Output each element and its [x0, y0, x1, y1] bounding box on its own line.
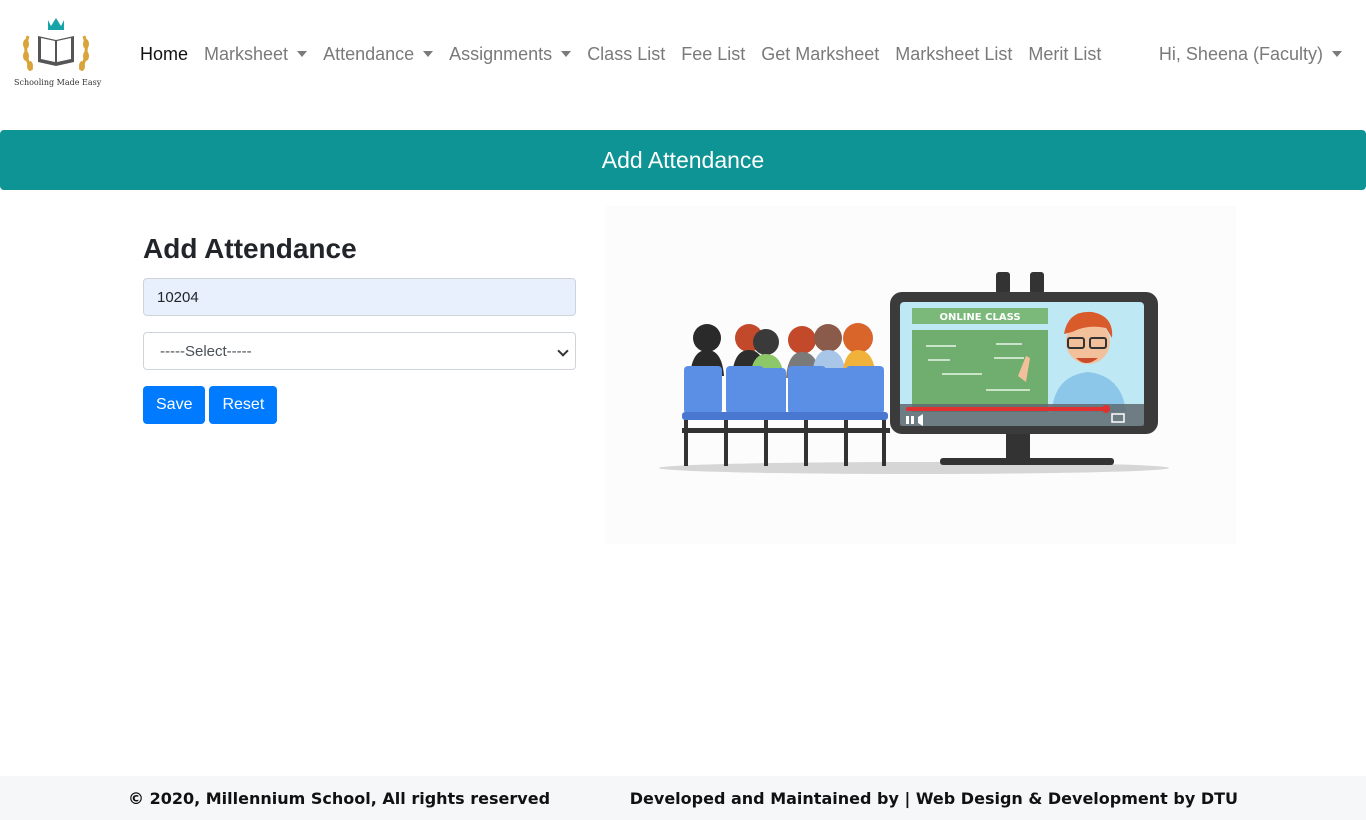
- nav-item-merit-list[interactable]: Merit List: [1020, 44, 1109, 65]
- nav-item-assignments[interactable]: Assignments: [441, 44, 579, 65]
- nav-label: Fee List: [681, 43, 746, 64]
- nav-item-marksheet-list[interactable]: Marksheet List: [887, 44, 1020, 65]
- logo-caption: Schooling Made Easy: [14, 78, 102, 87]
- form-title: Add Attendance: [143, 233, 357, 264]
- reset-button[interactable]: Reset: [209, 386, 278, 424]
- nav-label: Home: [140, 43, 189, 64]
- footer-credits: Developed and Maintained by | Web Design…: [629, 789, 1238, 808]
- select-value: -----Select-----: [160, 342, 252, 360]
- nav-label: Attendance: [323, 43, 415, 64]
- online-class-image: ONLINE CLASS: [606, 206, 1236, 544]
- chevron-down-icon: [557, 345, 569, 357]
- nav-label: Marksheet List: [895, 43, 1013, 64]
- form-buttons: Save Reset: [143, 386, 576, 424]
- caret-down-icon: [423, 51, 434, 57]
- banner-title: Add Attendance: [601, 146, 765, 173]
- caret-down-icon: [561, 51, 572, 57]
- nav-item-class-list[interactable]: Class List: [579, 44, 673, 65]
- top-navbar: Schooling Made Easy Home Marksheet Atten…: [0, 0, 1366, 108]
- attendance-form: Add Attendance -----Select----- Save Res…: [143, 230, 576, 424]
- user-greeting: Hi, Sheena (Faculty): [1158, 43, 1323, 64]
- caret-down-icon: [297, 51, 308, 57]
- attendance-select[interactable]: -----Select-----: [143, 332, 576, 370]
- nav-label: Marksheet: [204, 43, 289, 64]
- nav-links: Home Marksheet Attendance Assignments Cl…: [132, 40, 1109, 68]
- student-id-input[interactable]: [143, 278, 576, 316]
- nav-label: Class List: [587, 43, 666, 64]
- page-footer: © 2020, Millennium School, All rights re…: [0, 776, 1366, 820]
- user-menu-dropdown[interactable]: Hi, Sheena (Faculty): [1159, 40, 1342, 68]
- footer-copyright: © 2020, Millennium School, All rights re…: [128, 789, 551, 808]
- nav-item-get-marksheet[interactable]: Get Marksheet: [753, 44, 887, 65]
- caret-down-icon: [1332, 51, 1342, 57]
- page-banner: Add Attendance: [0, 130, 1366, 190]
- school-logo[interactable]: Schooling Made Easy: [14, 14, 102, 94]
- nav-item-fee-list[interactable]: Fee List: [673, 44, 753, 65]
- nav-label: Assignments: [449, 43, 553, 64]
- book-crown-icon: [23, 18, 89, 71]
- nav-item-home[interactable]: Home: [132, 44, 196, 65]
- nav-label: Get Marksheet: [761, 43, 880, 64]
- nav-item-marksheet[interactable]: Marksheet: [196, 44, 315, 65]
- online-class-label: ONLINE CLASS: [939, 312, 1020, 323]
- nav-item-attendance[interactable]: Attendance: [315, 44, 441, 65]
- nav-label: Merit List: [1028, 43, 1102, 64]
- online-class-illustration: ONLINE CLASS: [606, 206, 1236, 544]
- save-button[interactable]: Save: [143, 386, 206, 424]
